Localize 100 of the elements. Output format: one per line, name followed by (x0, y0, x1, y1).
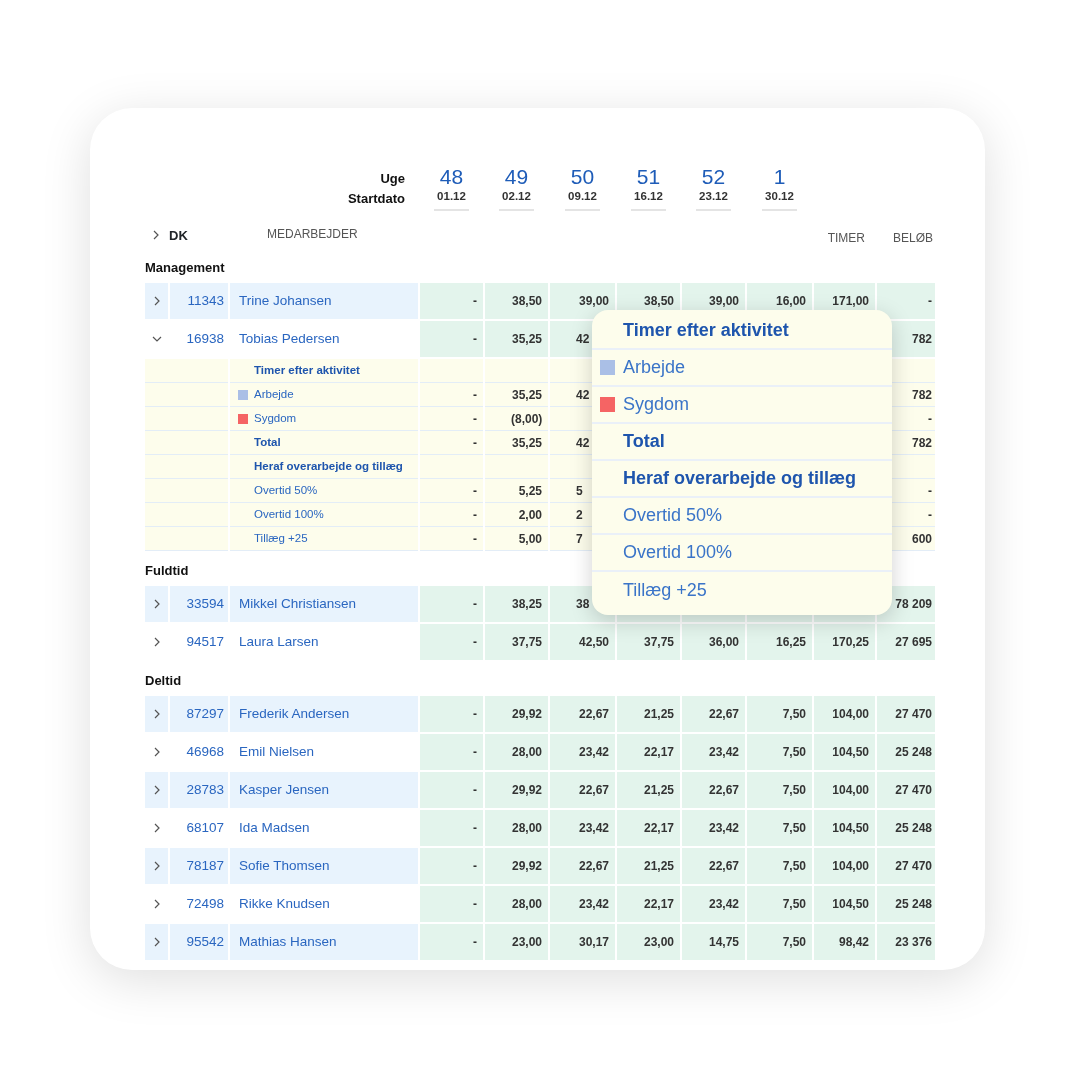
activity-label: Timer efter aktivitet (230, 359, 418, 383)
table-cell: 7,50 (747, 772, 812, 809)
table-cell: - (877, 283, 935, 320)
legend-label: Heraf overarbejde og tillæg (623, 467, 857, 490)
week-number: 48 (439, 165, 464, 188)
chevron-icon[interactable] (151, 230, 161, 241)
table-cell: 104,50 (814, 810, 875, 847)
table-cell: 23,42 (550, 810, 615, 847)
table-cell: 35,25 (485, 431, 548, 455)
employee-name[interactable]: Kasper Jensen (230, 772, 418, 809)
employee-id[interactable]: 28783 (170, 772, 228, 809)
table-cell: 23,00 (485, 924, 548, 961)
activity-label: Total (230, 431, 418, 455)
start-date: 23.12 (696, 188, 731, 212)
table-cell: 23,42 (550, 734, 615, 771)
legend-label: Overtid 50% (623, 504, 723, 527)
table-cell: - (420, 479, 483, 503)
group-label: Management (145, 259, 225, 278)
table-cell: 7,50 (747, 924, 812, 961)
table-cell: 36,00 (682, 624, 745, 661)
table-cell: 22,17 (617, 886, 680, 923)
table-cell: 5,00 (485, 527, 548, 551)
legend-label: Timer efter aktivitet (623, 319, 789, 342)
table-cell: 37,75 (485, 624, 548, 661)
activity-label: Overtid 100% (230, 503, 418, 527)
table-cell: 39,00 (550, 283, 615, 320)
table-cell: 22,67 (550, 696, 615, 733)
employee-id[interactable]: 78187 (170, 848, 228, 885)
table-cell: - (420, 431, 483, 455)
table-cell: - (420, 772, 483, 809)
table-cell: 25 248 (877, 810, 935, 847)
employee-name[interactable]: Sofie Thomsen (230, 848, 418, 885)
activity-label: Heraf overarbejde og tillæg (230, 455, 418, 479)
week-number: 1 (773, 165, 786, 188)
table-cell: 16,25 (747, 624, 812, 661)
employee-name[interactable]: Frederik Andersen (230, 696, 418, 733)
table-cell: 35,25 (485, 383, 548, 407)
table-cell: (8,00) (485, 407, 548, 431)
legend-label: Tillæg +25 (623, 579, 707, 602)
table-cell: 170,25 (814, 624, 875, 661)
start-date: 02.12 (499, 188, 534, 212)
table-cell: 7,50 (747, 696, 812, 733)
employee-id[interactable]: 87297 (170, 696, 228, 733)
table-cell: 5,25 (485, 479, 548, 503)
table-cell: 27 695 (877, 624, 935, 661)
table-cell (485, 455, 548, 479)
week-number: 49 (504, 165, 529, 188)
table-cell: - (420, 283, 483, 320)
column-header: BELØB (892, 230, 933, 248)
table-cell: 22,67 (682, 696, 745, 733)
table-cell (485, 359, 548, 383)
table-cell: 7,50 (747, 848, 812, 885)
table-cell: - (420, 734, 483, 771)
activity-label: Overtid 50% (230, 479, 418, 503)
employee-id[interactable]: 11343 (170, 283, 228, 320)
week-number: 51 (636, 165, 661, 188)
table-cell: 37,75 (617, 624, 680, 661)
table-cell: - (420, 924, 483, 961)
table-cell: 104,00 (814, 772, 875, 809)
table-cell: 23,42 (682, 734, 745, 771)
table-cell: 28,00 (485, 886, 548, 923)
table-cell: 2,00 (485, 503, 548, 527)
table-cell: - (420, 848, 483, 885)
table-cell: 27 470 (877, 696, 935, 733)
employee-name[interactable]: Mikkel Christiansen (230, 586, 418, 623)
table-cell: 28,00 (485, 734, 548, 771)
table-cell: 104,50 (814, 886, 875, 923)
start-date: 30.12 (762, 188, 797, 212)
legend-label: Arbejde (623, 356, 686, 379)
table-cell: 21,25 (617, 848, 680, 885)
table-cell: 38,25 (485, 586, 548, 623)
group-label: Fuldtid (145, 562, 189, 581)
employee-name[interactable]: Trine Johansen (230, 283, 418, 320)
activity-label: Tillæg +25 (230, 527, 418, 551)
table-cell: 104,00 (814, 696, 875, 733)
legend-label: Total (623, 430, 665, 453)
date-label: Startdato (347, 190, 405, 208)
week-number: 52 (701, 165, 726, 188)
employee-id[interactable]: 33594 (170, 586, 228, 623)
start-date: 09.12 (565, 188, 600, 212)
table-cell: 7,50 (747, 886, 812, 923)
table-cell: 22,67 (550, 848, 615, 885)
table-cell: 30,17 (550, 924, 615, 961)
table-cell: 23,42 (682, 810, 745, 847)
table-cell: - (420, 503, 483, 527)
table-cell: 23 376 (877, 924, 935, 961)
column-header: MEDARBEJDER (267, 227, 358, 242)
table-cell: - (420, 886, 483, 923)
table-cell: 7,50 (747, 810, 812, 847)
table-cell: 27 470 (877, 848, 935, 885)
table-cell: - (420, 527, 483, 551)
table-cell: 25 248 (877, 734, 935, 771)
table-cell: 22,67 (682, 772, 745, 809)
employee-id[interactable]: 95542 (170, 924, 228, 961)
table-cell: - (420, 586, 483, 623)
table-cell: 38,50 (485, 283, 548, 320)
table-cell: 27 470 (877, 772, 935, 809)
table-cell: 22,17 (617, 734, 680, 771)
employee-name[interactable]: Mathias Hansen (230, 924, 418, 961)
activity-label: Arbejde (254, 387, 294, 403)
